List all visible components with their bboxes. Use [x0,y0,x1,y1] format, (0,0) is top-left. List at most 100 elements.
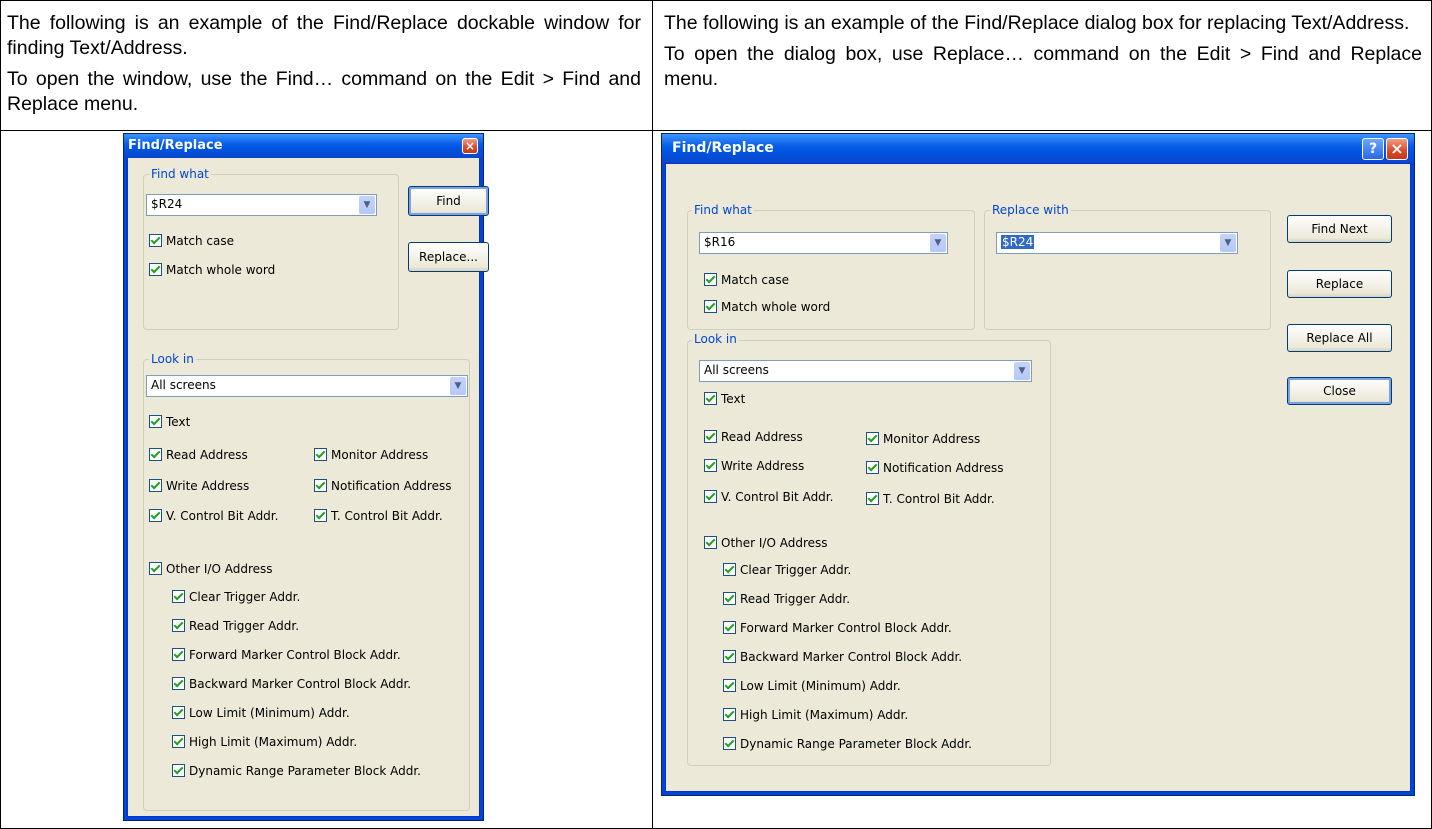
backward-marker-checkbox[interactable]: Backward Marker Control Block Addr. [172,677,411,691]
backward-marker-checkbox[interactable]: Backward Marker Control Block Addr. [723,650,962,664]
replace-button[interactable]: Replace [1287,270,1392,298]
look-in-combo[interactable]: All screens ▼ [146,375,468,397]
match-whole-word-checkbox[interactable]: Match whole word [149,263,275,277]
chevron-down-icon[interactable]: ▼ [930,234,946,252]
checkbox-icon [723,737,736,750]
right-description: The following is an example of the Find/… [664,11,1422,98]
forward-marker-checkbox[interactable]: Forward Marker Control Block Addr. [172,648,401,662]
monitor-address-checkbox[interactable]: Monitor Address [314,448,428,462]
text-label: Text [166,415,191,429]
monitor-address-checkbox[interactable]: Monitor Address [866,432,980,446]
right-description-p2: To open the dialog box, use Replace… com… [664,43,1422,90]
replace-dialog-close-icon[interactable]: × [1386,138,1408,160]
write-address-checkbox[interactable]: Write Address [149,479,249,493]
checkbox-icon [704,490,717,503]
other-io-checkbox[interactable]: Other I/O Address [149,562,273,576]
match-whole-word-label: Match whole word [166,263,276,277]
replace-with-combo[interactable]: $R24 ▼ [996,232,1238,254]
find-next-button[interactable]: Find Next [1287,215,1392,243]
v-control-label: V. Control Bit Addr. [166,509,279,523]
find-window: Find/Replace × Find what $R24 ▼ Match ca… [123,133,489,821]
checkbox-icon [723,650,736,663]
monitor-address-label: Monitor Address [883,432,981,446]
t-control-label: T. Control Bit Addr. [331,509,443,523]
v-control-checkbox[interactable]: V. Control Bit Addr. [704,490,833,504]
checkbox-icon [723,621,736,634]
notification-address-label: Notification Address [331,479,452,493]
replace-dialog-titlebar[interactable]: Find/Replace [662,134,1414,163]
low-limit-checkbox[interactable]: Low Limit (Minimum) Addr. [723,679,901,693]
close-button[interactable]: Close [1287,377,1392,405]
look-in-label: Look in [149,352,196,366]
find-what-combo[interactable]: $R24 ▼ [146,194,377,216]
v-control-checkbox[interactable]: V. Control Bit Addr. [149,509,278,523]
look-in-value: All screens [151,378,216,392]
text-checkbox[interactable]: Text [149,415,190,429]
match-whole-word-checkbox[interactable]: Match whole word [704,300,830,314]
find-window-client: Find what $R24 ▼ Match case Match whole … [128,158,489,816]
checkbox-icon [172,764,185,777]
find-what-value: $R24 [151,197,183,211]
read-address-checkbox[interactable]: Read Address [704,430,803,444]
checkbox-icon [149,479,162,492]
v-control-label: V. Control Bit Addr. [721,490,834,504]
look-in-value: All screens [704,363,769,377]
clear-trigger-checkbox[interactable]: Clear Trigger Addr. [723,563,851,577]
match-case-checkbox[interactable]: Match case [704,273,789,287]
clear-trigger-checkbox[interactable]: Clear Trigger Addr. [172,590,300,604]
checkbox-icon [704,300,717,313]
read-trigger-checkbox[interactable]: Read Trigger Addr. [172,619,299,633]
find-what-value: $R16 [704,235,736,249]
other-io-checkbox[interactable]: Other I/O Address [704,536,828,550]
checkbox-icon [723,563,736,576]
chevron-down-icon[interactable]: ▼ [450,377,466,395]
checkbox-icon [172,648,185,661]
match-case-checkbox[interactable]: Match case [149,234,234,248]
dynamic-range-label: Dynamic Range Parameter Block Addr. [189,764,421,778]
t-control-label: T. Control Bit Addr. [883,492,995,506]
checkbox-icon [172,619,185,632]
checkbox-icon [149,415,162,428]
high-limit-checkbox[interactable]: High Limit (Maximum) Addr. [172,735,357,749]
backward-marker-label: Backward Marker Control Block Addr. [189,677,412,691]
text-checkbox[interactable]: Text [704,392,745,406]
notification-address-label: Notification Address [883,461,1004,475]
replace-dialog-client: Find what $R16 ▼ Match case Match whole … [666,164,1410,791]
low-limit-checkbox[interactable]: Low Limit (Minimum) Addr. [172,706,350,720]
forward-marker-checkbox[interactable]: Forward Marker Control Block Addr. [723,621,952,635]
replace-dialog-button[interactable]: Replace... [408,242,489,272]
row-divider [1,130,1431,131]
chevron-down-icon[interactable]: ▼ [359,196,375,214]
notification-address-checkbox[interactable]: Notification Address [314,479,451,493]
read-address-checkbox[interactable]: Read Address [149,448,248,462]
high-limit-checkbox[interactable]: High Limit (Maximum) Addr. [723,708,908,722]
help-icon[interactable]: ? [1362,138,1384,160]
dynamic-range-label: Dynamic Range Parameter Block Addr. [740,737,972,751]
replace-all-button[interactable]: Replace All [1287,324,1392,352]
t-control-checkbox[interactable]: T. Control Bit Addr. [314,509,443,523]
checkbox-icon [866,432,879,445]
notification-address-checkbox[interactable]: Notification Address [866,461,1003,475]
find-window-close-icon[interactable]: × [462,138,478,154]
find-window-titlebar[interactable]: Find/Replace [124,134,483,158]
replace-dialog: Find/Replace ? × Find what $R16 ▼ Match … [661,133,1415,796]
chevron-down-icon[interactable]: ▼ [1220,234,1236,252]
forward-marker-label: Forward Marker Control Block Addr. [189,648,401,662]
chevron-down-icon[interactable]: ▼ [1014,362,1030,380]
look-in-combo[interactable]: All screens ▼ [699,360,1032,382]
dynamic-range-checkbox[interactable]: Dynamic Range Parameter Block Addr. [172,764,421,778]
high-limit-label: High Limit (Maximum) Addr. [740,708,909,722]
read-trigger-checkbox[interactable]: Read Trigger Addr. [723,592,850,606]
find-what-combo[interactable]: $R16 ▼ [699,232,948,254]
find-button[interactable]: Find [408,186,489,216]
low-limit-label: Low Limit (Minimum) Addr. [189,706,350,720]
read-trigger-label: Read Trigger Addr. [740,592,851,606]
t-control-checkbox[interactable]: T. Control Bit Addr. [866,492,995,506]
find-window-title: Find/Replace [128,138,223,153]
write-address-label: Write Address [166,479,250,493]
checkbox-icon [149,562,162,575]
find-what-label: Find what [692,203,754,217]
write-address-checkbox[interactable]: Write Address [704,459,804,473]
checkbox-icon [866,492,879,505]
dynamic-range-checkbox[interactable]: Dynamic Range Parameter Block Addr. [723,737,972,751]
